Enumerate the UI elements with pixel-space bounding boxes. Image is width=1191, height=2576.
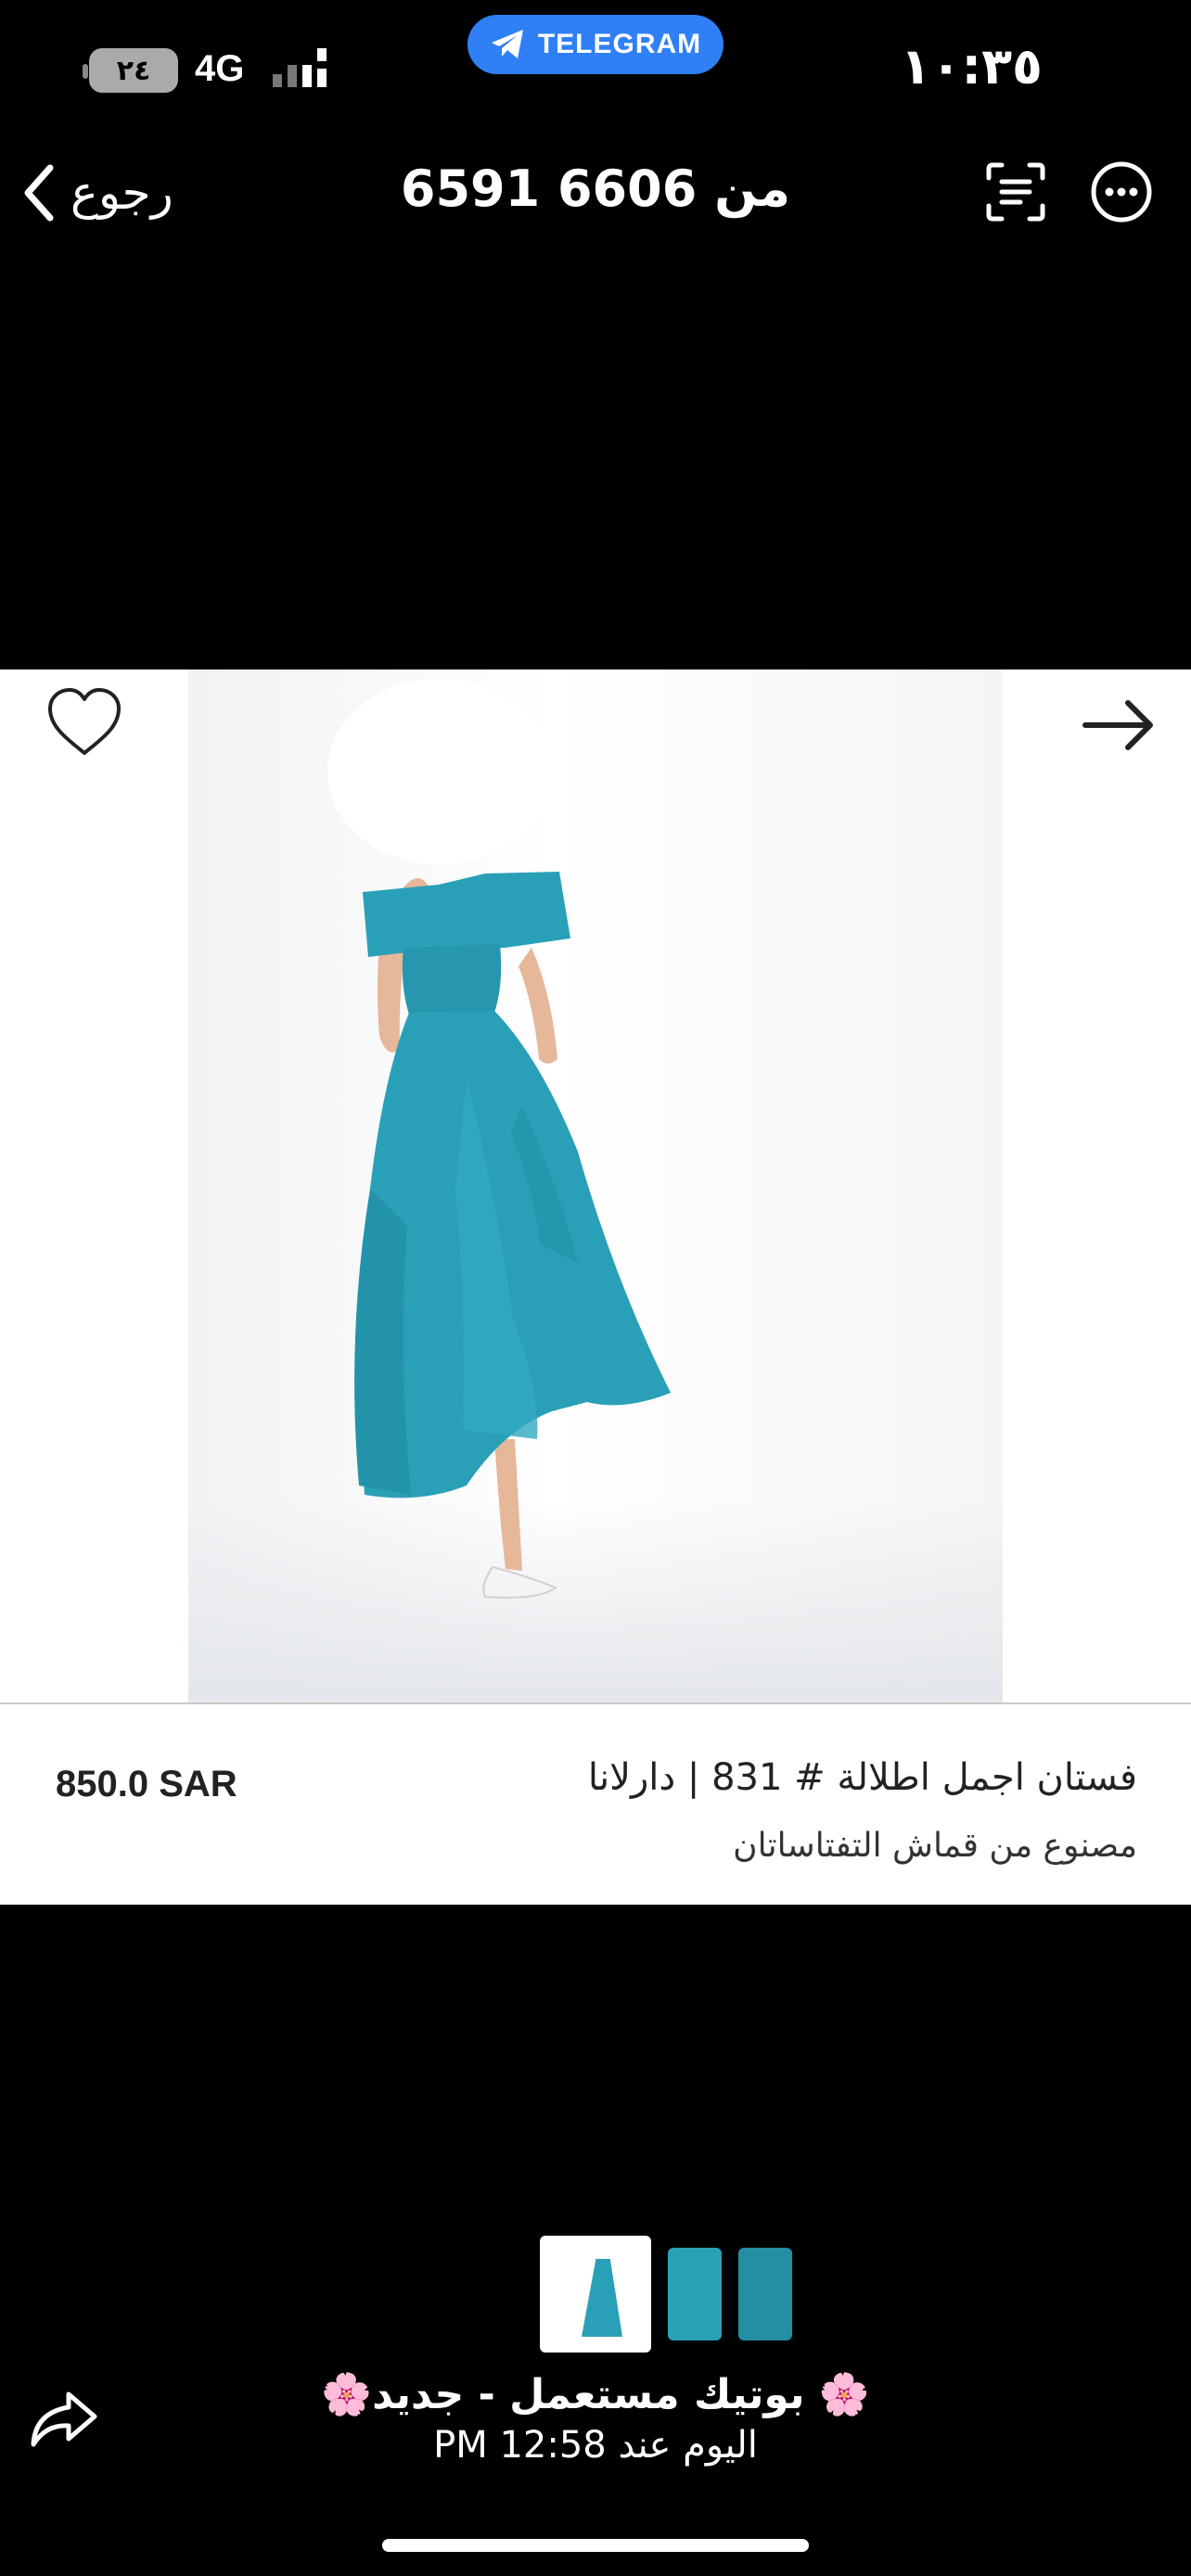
thumbnail-item[interactable] [668, 2248, 722, 2340]
channel-name: 🌸 بوتيك مستعمل - جديد🌸 [321, 2371, 870, 2418]
telegram-return-pill[interactable]: TELEGRAM [467, 15, 724, 74]
telegram-icon [491, 30, 523, 58]
telegram-label: TELEGRAM [537, 29, 702, 59]
media-image-panel[interactable] [0, 670, 1191, 1704]
scan-text-icon[interactable] [983, 159, 1048, 224]
post-time: اليوم عند 12:58 PM [433, 2424, 758, 2467]
battery-indicator: ٢٤ [83, 48, 178, 93]
status-time: ١٠:٣٥ [900, 37, 1043, 96]
thumbnail-item[interactable] [540, 2236, 651, 2353]
home-indicator[interactable] [382, 2539, 809, 2552]
product-photo [188, 670, 1003, 1704]
product-price: 850.0 SAR [56, 1764, 237, 1804]
dress-illustration [327, 679, 671, 1599]
product-caption: 850.0 SAR فستان اجمل اطلالة # 831 | دارل… [0, 1704, 1191, 1905]
more-options-icon[interactable] [1089, 159, 1154, 224]
thumbnail-strip [540, 2235, 792, 2353]
product-description: مصنوع من قماش التفتاساتان [733, 1827, 1137, 1865]
signal-icon [273, 48, 327, 87]
media-viewer-screen: ٢٤ 4G TELEGRAM ١٠:٣٥ رجوع 6591 من 6606 8… [0, 0, 1191, 2576]
battery-level: ٢٤ [116, 54, 151, 87]
network-type: 4G [195, 48, 245, 89]
thumbnail-item[interactable] [738, 2248, 792, 2340]
heart-icon[interactable] [45, 686, 124, 760]
arrow-right-icon[interactable] [1080, 697, 1158, 753]
thumbnail-dress-shape [582, 2259, 622, 2337]
product-title: فستان اجمل اطلالة # 831 | دارلانا [587, 1756, 1137, 1799]
